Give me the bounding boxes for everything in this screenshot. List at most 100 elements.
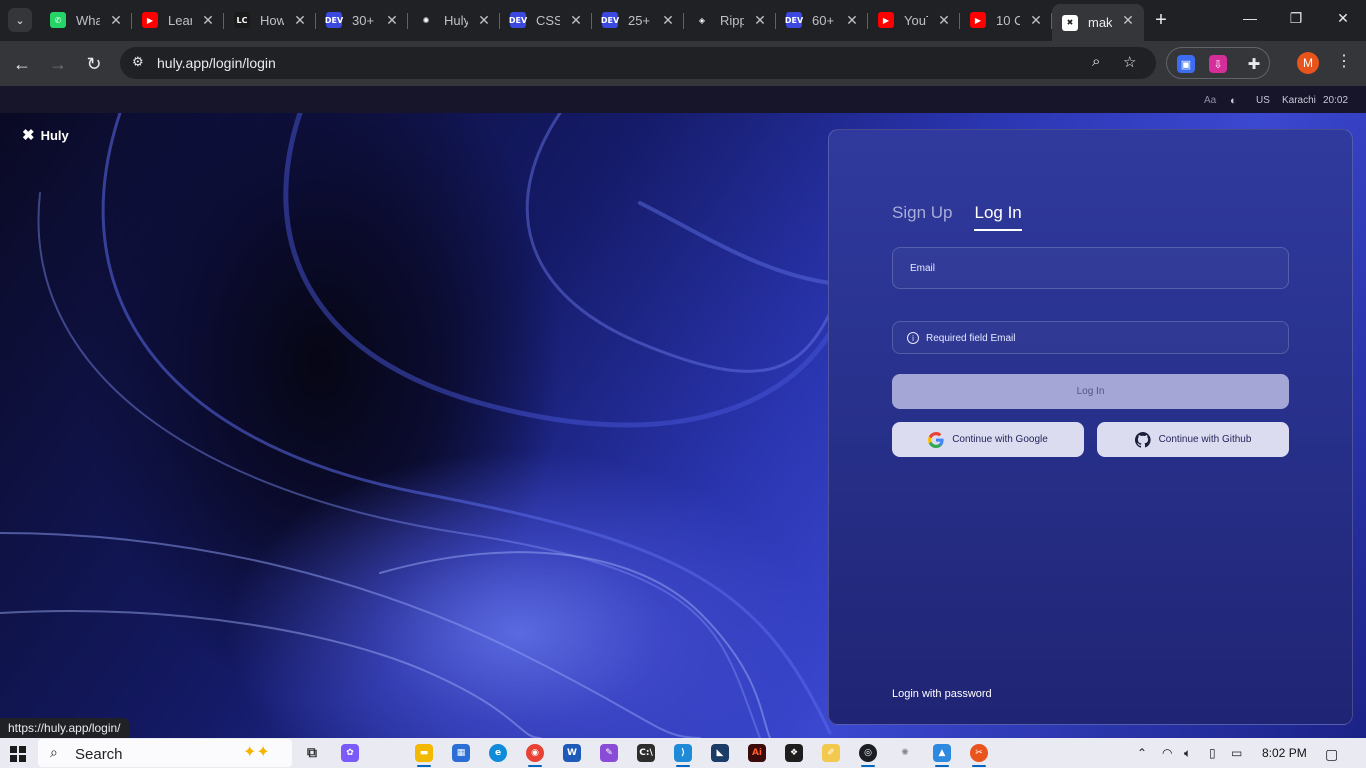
word-icon[interactable]: W — [563, 744, 581, 762]
bookmark-star-icon[interactable]: ☆ — [1123, 53, 1136, 71]
huly-logo[interactable]: ✖ Huly — [22, 126, 69, 144]
theme-toggle-icon[interactable]: ◐ — [1230, 95, 1237, 107]
new-tab-plus-icon[interactable]: + — [1150, 9, 1172, 31]
volume-icon[interactable]: 🔈︎ — [1184, 746, 1191, 761]
microsoft-store-icon[interactable]: ▦ — [452, 744, 470, 762]
battery-icon[interactable]: ▭ — [1231, 746, 1242, 760]
extension-screenshot-icon[interactable]: ▣ — [1177, 55, 1195, 73]
taskbar-search-box[interactable]: ⌕ Search ✦✦ — [38, 739, 292, 767]
browser-tab[interactable]: DEV 60+ ✕ — [776, 4, 868, 36]
link-status-url: https://huly.app/login/ — [0, 718, 129, 738]
timezone-time: 20:02 — [1323, 95, 1349, 106]
edge-icon[interactable]: e — [489, 744, 507, 762]
zoom-magnifier-icon[interactable]: ⌕ — [1092, 53, 1100, 70]
extension-download-icon[interactable]: ⇩ — [1209, 55, 1227, 73]
tab-title: YouTube — [904, 12, 928, 28]
tab-title: Ripple — [720, 12, 744, 28]
browser-tab[interactable]: ▶ Learn ✕ — [132, 4, 224, 36]
file-explorer-icon[interactable]: ▬ — [415, 744, 433, 762]
restore-icon[interactable]: ❐ — [1286, 10, 1306, 27]
show-hidden-icons-chevron-icon[interactable]: ⌃ — [1137, 746, 1147, 760]
site-settings-icon[interactable]: ⚙ — [132, 54, 144, 70]
browser-tab[interactable]: LC How ✕ — [224, 4, 316, 36]
profile-avatar[interactable]: M — [1297, 52, 1319, 74]
windows-start-icon[interactable] — [10, 746, 26, 762]
wifi-icon[interactable]: ◠ — [1162, 746, 1172, 760]
timezone-city: Karachi — [1282, 95, 1316, 106]
tab-close-icon[interactable]: ✕ — [476, 12, 492, 28]
tab-title: CSS — [536, 12, 560, 28]
chatgpt-icon[interactable]: ✺ — [896, 744, 914, 762]
back-arrow-icon[interactable]: ← — [11, 53, 33, 75]
copilot-icon[interactable]: ✿ — [341, 744, 359, 762]
tab-close-icon[interactable]: ✕ — [660, 12, 676, 28]
auth-tabs: Sign Up Log In — [892, 203, 1044, 231]
browser-tab[interactable]: ▶ 10 C ✕ — [960, 4, 1052, 36]
illustrator-icon[interactable]: Ai — [748, 744, 766, 762]
tab-close-icon[interactable]: ✕ — [200, 12, 216, 28]
designer-icon[interactable]: ✎ — [600, 744, 618, 762]
file-explorer-running-indicator — [417, 765, 431, 767]
mysql-workbench-icon[interactable]: ◣ — [711, 744, 729, 762]
browser-tab[interactable]: ✆ WhatsApp ✕ — [40, 4, 132, 36]
notifications-icon[interactable]: ▢ — [1325, 746, 1338, 763]
page-viewport: Aa ◐ US Karachi 20:02 ✖ Huly Sign Up Log… — [0, 86, 1366, 738]
browser-tab[interactable]: DEV 25+ ✕ — [592, 4, 684, 36]
github-login-button[interactable]: Continue with Github — [1097, 422, 1289, 457]
browser-tab[interactable]: DEV 30+ ✕ — [316, 4, 408, 36]
login-with-password-link[interactable]: Login with password — [892, 688, 992, 700]
tab-close-icon[interactable]: ✕ — [568, 12, 584, 28]
tab-close-icon[interactable]: ✕ — [844, 12, 860, 28]
tab-close-icon[interactable]: ✕ — [1120, 12, 1136, 28]
figma-icon[interactable]: ❖ — [785, 744, 803, 762]
extensions-puzzle-icon[interactable]: ✚ — [1245, 55, 1263, 73]
log-in-button[interactable]: Log In — [892, 374, 1289, 409]
terminal-icon[interactable]: C:\ — [637, 744, 655, 762]
browser-tab[interactable]: ✺ Huly ✕ — [408, 4, 500, 36]
google-button-label: Continue with Google — [952, 434, 1048, 445]
tab-close-icon[interactable]: ✕ — [752, 12, 768, 28]
tab-close-icon[interactable]: ✕ — [936, 12, 952, 28]
tab-sign-up[interactable]: Sign Up — [892, 203, 952, 231]
font-size-toggle[interactable]: Aa — [1204, 95, 1216, 106]
photos-icon[interactable]: ▲ — [933, 744, 951, 762]
email-field[interactable]: Email — [892, 247, 1289, 289]
tab-search-chevron-icon[interactable]: ⌄ — [8, 8, 32, 32]
tab-title: 25+ — [628, 12, 651, 28]
paint-icon[interactable]: ✐ — [822, 744, 840, 762]
tab-close-icon[interactable]: ✕ — [292, 12, 308, 28]
browser-toolbar: ← → ↻ ⚙ huly.app/login/login ⌕ ☆ ▣ ⇩ ✚ M… — [0, 41, 1366, 86]
tab-close-icon[interactable]: ✕ — [384, 12, 400, 28]
github-icon — [1134, 431, 1151, 448]
forward-arrow-icon[interactable]: → — [47, 53, 69, 75]
address-bar[interactable]: ⚙ huly.app/login/login ⌕ ☆ — [120, 47, 1156, 79]
youtube-icon: ▶ — [878, 12, 894, 28]
browser-tab[interactable]: ✖ mak ✕ — [1052, 4, 1144, 41]
github-desktop-icon[interactable]: ◎ — [859, 744, 877, 762]
task-view-icon[interactable]: ⧉ — [303, 744, 321, 762]
url-text[interactable]: huly.app/login/login — [157, 55, 276, 71]
snipping-tool-running-indicator — [972, 765, 986, 767]
error-message: Required field Email — [926, 333, 1016, 344]
browser-tab[interactable]: DEV CSS ✕ — [500, 4, 592, 36]
ripple-icon: ◈ — [694, 12, 710, 28]
browser-tab[interactable]: ◈ Ripple ✕ — [684, 4, 776, 36]
taskbar-clock[interactable]: 8:02 PM — [1262, 746, 1307, 760]
chrome-menu-icon[interactable]: ⋮ — [1336, 51, 1352, 71]
github-desktop-running-indicator — [861, 765, 875, 767]
snipping-tool-icon[interactable]: ✂ — [970, 744, 988, 762]
tab-close-icon[interactable]: ✕ — [108, 12, 124, 28]
browser-tab[interactable]: ▶ YouTube ✕ — [868, 4, 960, 36]
reload-icon[interactable]: ↻ — [83, 53, 105, 75]
chrome-icon[interactable]: ◉ — [526, 744, 544, 762]
google-login-button[interactable]: Continue with Google — [892, 422, 1084, 457]
vscode-icon[interactable]: ⟩ — [674, 744, 692, 762]
google-icon — [928, 431, 944, 448]
language-selector[interactable]: US — [1256, 95, 1270, 106]
minimize-icon[interactable]: — — [1240, 10, 1260, 26]
close-window-icon[interactable]: ✕ — [1333, 10, 1353, 27]
tab-close-icon[interactable]: ✕ — [1028, 12, 1044, 28]
tab-log-in[interactable]: Log In — [974, 203, 1022, 231]
phone-link-icon[interactable]: ▯ — [1209, 746, 1216, 760]
whatsapp-icon: ✆ — [50, 12, 66, 28]
